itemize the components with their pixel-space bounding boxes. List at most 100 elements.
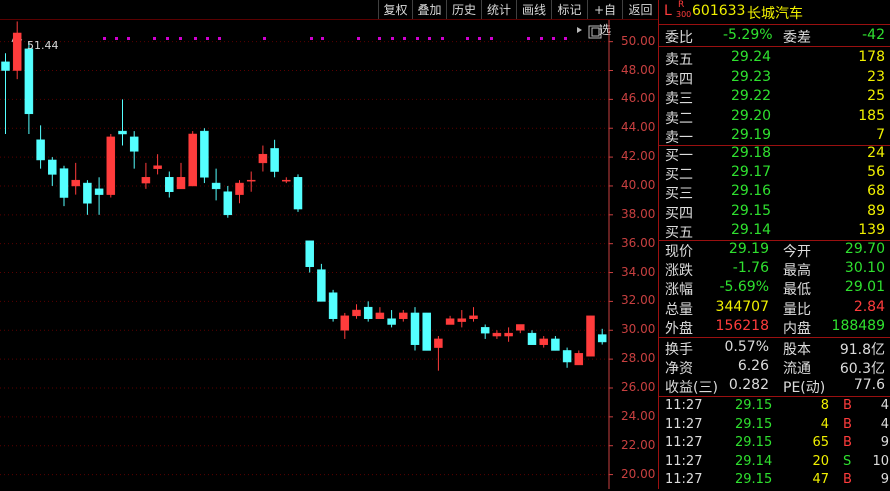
- candle-down[interactable]: [422, 312, 431, 351]
- event-marker[interactable]: [115, 37, 118, 40]
- diejia-button[interactable]: 叠加: [412, 0, 446, 20]
- ask-row[interactable]: 卖五 29.24 178: [659, 49, 890, 68]
- history-button[interactable]: 历史: [446, 0, 481, 20]
- candle-up[interactable]: [282, 179, 291, 182]
- candle-up[interactable]: [399, 312, 408, 319]
- trade-tick-row[interactable]: 11:27 29.14 20 S 10: [659, 454, 890, 473]
- event-marker[interactable]: [218, 37, 221, 40]
- event-marker[interactable]: [103, 37, 106, 40]
- candle-down[interactable]: [480, 327, 490, 334]
- bid-row[interactable]: 买四 29.15 89: [659, 203, 890, 222]
- candle-up[interactable]: [71, 179, 80, 187]
- event-marker[interactable]: [310, 37, 313, 40]
- candle-up[interactable]: [176, 177, 186, 190]
- ask-row[interactable]: 卖二 29.20 185: [659, 108, 890, 127]
- candle-up[interactable]: [258, 153, 268, 164]
- candle-up[interactable]: [516, 324, 525, 331]
- candle-down[interactable]: [129, 136, 139, 152]
- candle-up[interactable]: [445, 318, 455, 325]
- trade-tick-row[interactable]: 11:27 29.15 8 B 4: [659, 398, 890, 417]
- event-marker[interactable]: [416, 37, 419, 40]
- trade-tick-row[interactable]: 11:27 29.15 4 B 4: [659, 417, 890, 436]
- back-button[interactable]: 返回: [622, 0, 658, 20]
- candle-down[interactable]: [83, 182, 92, 204]
- candle-down[interactable]: [200, 130, 209, 178]
- candle-down[interactable]: [562, 350, 572, 363]
- candle-down[interactable]: [317, 269, 326, 302]
- candle-down[interactable]: [36, 139, 45, 161]
- candle-down[interactable]: [59, 168, 69, 198]
- event-marker[interactable]: [357, 37, 360, 40]
- candle-down[interactable]: [387, 318, 396, 325]
- candle-up[interactable]: [235, 182, 244, 195]
- candle-up[interactable]: [340, 315, 350, 331]
- event-marker[interactable]: [490, 37, 493, 40]
- draw-line-button[interactable]: 画线: [516, 0, 551, 20]
- event-marker[interactable]: [378, 37, 381, 40]
- event-marker[interactable]: [466, 37, 469, 40]
- candle-up[interactable]: [434, 338, 443, 348]
- event-marker[interactable]: [166, 37, 169, 40]
- event-marker[interactable]: [527, 37, 530, 40]
- candle-up[interactable]: [469, 315, 478, 319]
- candle-down[interactable]: [211, 182, 221, 190]
- candle-up[interactable]: [246, 179, 256, 182]
- kline-chart[interactable]: 50.00 48.00 46.00 44.00 42.00 40.00 38.00 36.00…: [0, 20, 658, 489]
- candle-down[interactable]: [410, 312, 420, 345]
- event-marker[interactable]: [127, 37, 130, 40]
- fuquan-button[interactable]: 复权: [378, 0, 412, 20]
- candle-down[interactable]: [223, 191, 233, 216]
- candle-up[interactable]: [153, 165, 162, 169]
- candle-up[interactable]: [352, 309, 361, 317]
- bid-row[interactable]: 买二 29.17 56: [659, 164, 890, 183]
- candle-up[interactable]: [12, 32, 22, 71]
- event-marker[interactable]: [153, 37, 156, 40]
- candle-down[interactable]: [363, 306, 373, 319]
- event-marker[interactable]: [391, 37, 394, 40]
- event-marker[interactable]: [263, 37, 266, 40]
- candle-up[interactable]: [106, 136, 116, 195]
- candle-down[interactable]: [551, 338, 560, 351]
- candle-up[interactable]: [586, 315, 595, 357]
- event-marker[interactable]: [540, 37, 543, 40]
- event-marker[interactable]: [179, 37, 182, 40]
- trade-tick-row[interactable]: 11:27 29.15 47 B 9: [659, 472, 890, 491]
- ask-row[interactable]: 卖三 29.22 25: [659, 88, 890, 107]
- mark-button[interactable]: 标记: [551, 0, 587, 20]
- candle-up[interactable]: [457, 318, 467, 322]
- event-marker[interactable]: [428, 37, 431, 40]
- candle-down[interactable]: [118, 130, 127, 135]
- candle-down[interactable]: [94, 188, 104, 195]
- candle-down[interactable]: [305, 240, 314, 268]
- candle-up[interactable]: [141, 177, 151, 184]
- bid-row[interactable]: 买一 29.18 24: [659, 145, 890, 164]
- event-marker[interactable]: [194, 37, 197, 40]
- event-marker[interactable]: [552, 37, 555, 40]
- candle-down[interactable]: [597, 334, 607, 343]
- candle-up[interactable]: [504, 332, 513, 337]
- event-marker[interactable]: [564, 37, 567, 40]
- ask-row[interactable]: 卖四 29.23 23: [659, 69, 890, 88]
- candle-down[interactable]: [48, 159, 57, 175]
- candle-down[interactable]: [293, 177, 303, 210]
- kline-svg[interactable]: [0, 20, 658, 489]
- add-watchlist-button[interactable]: +自选: [587, 0, 622, 37]
- candle-down[interactable]: [328, 292, 338, 319]
- candle-up[interactable]: [574, 353, 584, 366]
- ask-row[interactable]: 卖一 29.19 7: [659, 127, 890, 146]
- event-marker[interactable]: [403, 37, 406, 40]
- candle-up[interactable]: [188, 133, 197, 187]
- candle-down[interactable]: [270, 148, 279, 172]
- candle-up[interactable]: [492, 332, 502, 337]
- bid-row[interactable]: 买三 29.16 68: [659, 183, 890, 202]
- event-marker[interactable]: [206, 37, 209, 40]
- bid-row[interactable]: 买五 29.14 139: [659, 222, 890, 241]
- candle-up[interactable]: [375, 312, 385, 319]
- candle-down[interactable]: [24, 48, 34, 115]
- event-marker[interactable]: [321, 37, 324, 40]
- candle-down[interactable]: [1, 61, 10, 71]
- trade-tick-row[interactable]: 11:27 29.15 65 B 9: [659, 435, 890, 454]
- chart-scroll-arrow-icon[interactable]: [577, 27, 582, 33]
- stats-button[interactable]: 统计: [481, 0, 516, 20]
- event-marker[interactable]: [478, 37, 481, 40]
